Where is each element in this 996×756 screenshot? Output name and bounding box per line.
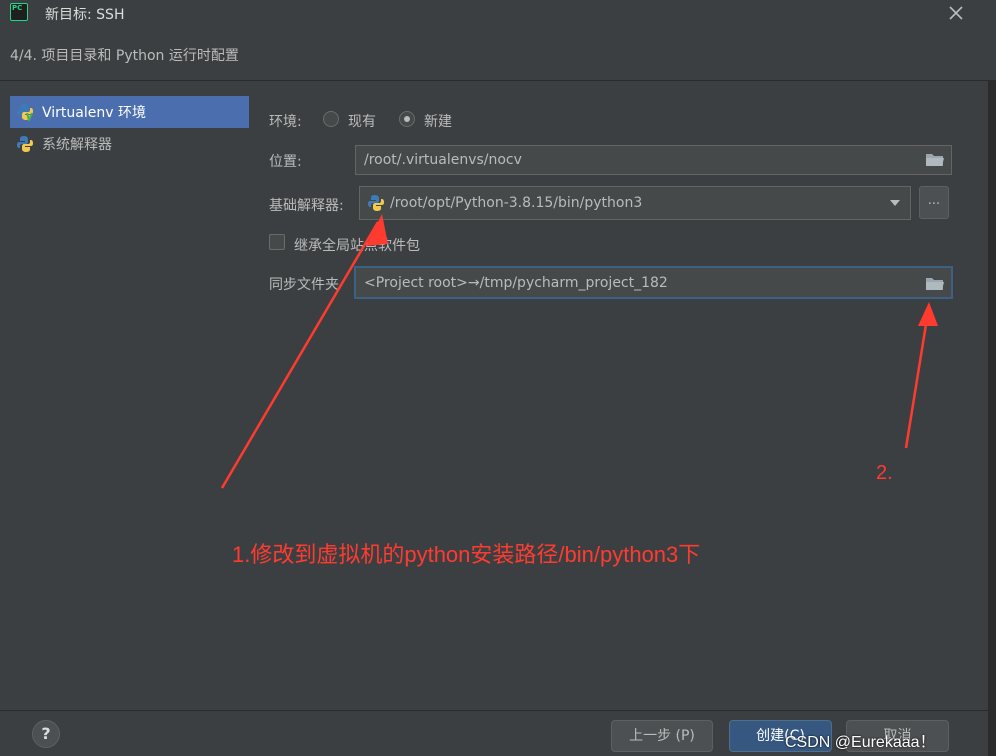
sidebar-item-virtualenv[interactable]: Virtualenv 环境: [10, 96, 249, 128]
location-label: 位置:: [269, 154, 302, 170]
sidebar-item-label: 系统解释器: [42, 137, 112, 153]
step-title: 4/4. 项目目录和 Python 运行时配置: [10, 48, 239, 64]
base-interpreter-select[interactable]: /root/opt/Python-3.8.15/bin/python3: [359, 186, 911, 220]
sidebar-item-system-interpreter[interactable]: 系统解释器: [10, 128, 249, 160]
annotation-arrow-2: [904, 311, 930, 449]
watermark: CSDN @Eurekaaa！: [785, 734, 936, 751]
sidebar-item-label: Virtualenv 环境: [42, 105, 146, 121]
folder-icon[interactable]: [925, 276, 945, 292]
folder-icon[interactable]: [925, 152, 945, 168]
location-value: /root/.virtualenvs/nocv: [364, 152, 522, 168]
interpreter-type-list: Virtualenv 环境 系统解释器: [0, 81, 252, 711]
sync-folder-label: 同步文件夹: [269, 277, 339, 293]
virtualenv-icon: [17, 104, 33, 121]
sync-folder-field[interactable]: <Project root>→/tmp/pycharm_project_182: [354, 266, 953, 299]
annotation-note-2: 2.: [876, 462, 893, 484]
base-interpreter-value: /root/opt/Python-3.8.15/bin/python3: [390, 195, 643, 211]
base-interpreter-label: 基础解释器:: [269, 198, 344, 214]
radio-existing-label[interactable]: 现有: [348, 111, 376, 131]
radio-existing[interactable]: [323, 111, 339, 127]
pycharm-logo-icon: PC: [10, 3, 28, 21]
sync-folder-value: <Project root>→/tmp/pycharm_project_182: [364, 274, 668, 291]
chevron-down-icon[interactable]: [890, 200, 900, 206]
divider: [0, 710, 988, 711]
window-edge: [988, 80, 996, 756]
environment-label: 环境:: [269, 114, 302, 130]
annotation-note-1: 1.修改到虚拟机的python安装路径/bin/python3下: [232, 542, 701, 567]
window-title: 新目标: SSH: [45, 7, 125, 23]
python-icon: [17, 136, 33, 152]
close-icon[interactable]: [946, 3, 966, 23]
previous-button[interactable]: 上一步 (P): [611, 720, 713, 752]
radio-new-label[interactable]: 新建: [424, 111, 452, 131]
inherit-packages-label[interactable]: 继承全局站点软件包: [294, 235, 420, 255]
location-field[interactable]: /root/.virtualenvs/nocv: [355, 145, 952, 175]
radio-new[interactable]: [399, 111, 415, 127]
annotation-arrowhead-2: [918, 302, 938, 326]
browse-interpreter-button[interactable]: ...: [919, 186, 949, 219]
inherit-packages-checkbox[interactable]: [269, 234, 285, 250]
help-button[interactable]: ?: [32, 720, 60, 748]
python-icon: [368, 195, 384, 211]
title-bar: PC 新目标: SSH: [0, 0, 996, 28]
